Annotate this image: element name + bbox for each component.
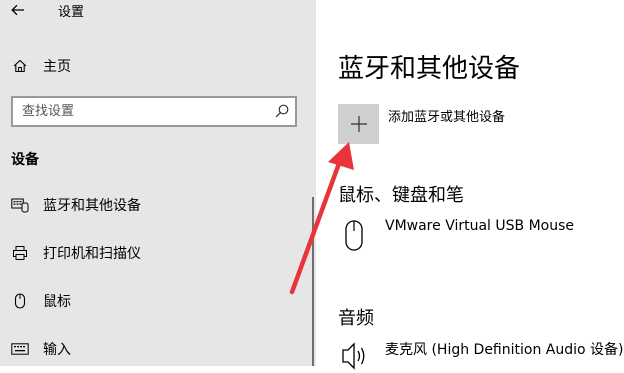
mouse-icon: [11, 292, 29, 310]
main-panel: 蓝牙和其他设备 添加蓝牙或其他设备 鼠标、键盘和笔 VMware Virtual…: [316, 0, 624, 370]
page-title: 蓝牙和其他设备: [338, 54, 521, 84]
app-title: 设置: [58, 5, 85, 20]
add-device-label[interactable]: 添加蓝牙或其他设备: [388, 106, 505, 125]
bluetooth-devices-icon: [11, 196, 29, 214]
sidebar-item-printers[interactable]: 打印机和扫描仪: [0, 235, 312, 271]
sidebar-item-label: 输入: [43, 342, 71, 358]
device-name: VMware Virtual USB Mouse: [385, 218, 575, 234]
home-icon: [11, 57, 29, 75]
section-heading-devices: 设备: [11, 152, 39, 168]
device-name: 麦克风 (High Definition Audio 设备): [385, 342, 624, 358]
sidebar: 设置 主页 设备: [0, 0, 316, 366]
device-item-mouse[interactable]: VMware Virtual USB Mouse: [338, 218, 624, 252]
add-device-button[interactable]: [338, 104, 379, 144]
sidebar-item-label: 蓝牙和其他设备: [43, 198, 141, 214]
device-item-microphone[interactable]: 麦克风 (High Definition Audio 设备): [338, 339, 624, 373]
section-heading-audio: 音频: [338, 308, 374, 329]
keyboard-icon: [11, 340, 29, 358]
back-arrow-icon: [11, 4, 24, 16]
sidebar-item-typing[interactable]: 输入: [0, 331, 312, 367]
sidebar-item-label: 鼠标: [43, 294, 71, 310]
search-field[interactable]: [11, 96, 297, 127]
section-heading-mouse-keyboard-pen: 鼠标、键盘和笔: [338, 185, 464, 206]
sidebar-item-mouse[interactable]: 鼠标: [0, 283, 312, 319]
speaker-icon: [342, 342, 365, 370]
sidebar-item-label: 主页: [43, 59, 71, 75]
back-button[interactable]: [6, 0, 30, 20]
plus-icon: [350, 116, 367, 132]
search-input[interactable]: [22, 102, 262, 121]
printer-icon: [11, 244, 29, 262]
sidebar-item-home[interactable]: 主页: [0, 48, 312, 84]
search-icon[interactable]: [274, 103, 290, 119]
sidebar-item-label: 打印机和扫描仪: [43, 246, 141, 262]
sidebar-scrollbar[interactable]: [312, 197, 314, 366]
sidebar-item-bluetooth[interactable]: 蓝牙和其他设备: [0, 187, 312, 223]
mouse-icon: [345, 220, 363, 251]
